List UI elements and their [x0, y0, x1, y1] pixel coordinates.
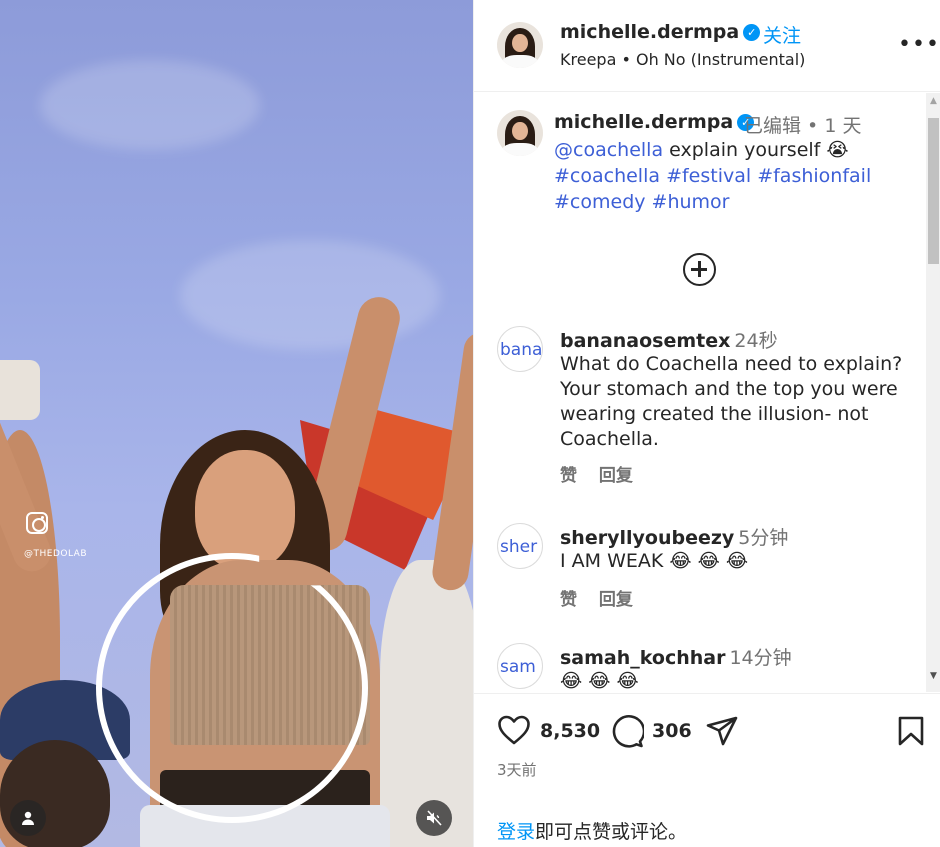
commenter-avatar[interactable]: sher — [497, 523, 543, 569]
scrollbar-thumb[interactable] — [928, 118, 939, 264]
comment-item: sher sheryllyoubeezy 5分钟 I AM WEAK 😂 😂 😂 … — [474, 523, 926, 623]
load-more-comments-button[interactable] — [683, 253, 716, 286]
audio-track-link[interactable]: Kreepa • Oh No (Instrumental) — [560, 50, 805, 69]
commenter-username: samah_kochhar 14分钟 — [560, 647, 792, 669]
comment-time: 24秒 — [734, 330, 778, 352]
heart-icon[interactable] — [497, 714, 531, 746]
mute-toggle-button[interactable] — [416, 800, 452, 836]
share-paper-plane-icon[interactable] — [705, 715, 739, 747]
hashtag-link[interactable]: #fashionfail — [757, 165, 871, 187]
comment-bubble-icon[interactable] — [610, 714, 644, 748]
reply-button[interactable]: 回复 — [599, 590, 633, 610]
author-avatar[interactable] — [497, 110, 543, 156]
post-footer: 8,530 306 3天前 登录即可点赞或评论。 — [474, 693, 940, 847]
like-comment-button[interactable]: 赞 — [560, 466, 577, 486]
hashtag-link[interactable]: #humor — [652, 191, 730, 213]
face — [195, 450, 295, 570]
post-header: michelle.dermpa ✓ 关注 Kreepa • Oh No (Inst… — [474, 0, 940, 92]
sky-cloud — [180, 240, 440, 350]
edited-label: 已编辑 — [744, 115, 802, 137]
more-options-button[interactable]: ••• — [898, 32, 940, 57]
reply-button[interactable]: 回复 — [599, 466, 633, 486]
tagged-users-button[interactable] — [10, 800, 46, 836]
comment-text: What do Coachella need to explain? Your … — [560, 353, 903, 450]
comment-text: 😂 😂 😂 — [560, 670, 639, 692]
comment-time: 5分钟 — [738, 527, 789, 549]
hashtag-link[interactable]: #comedy — [554, 191, 646, 213]
commenter-username: sheryllyoubeezy 5分钟 — [560, 527, 789, 549]
comment-count[interactable]: 306 — [652, 720, 692, 742]
commenter-avatar[interactable]: sam — [497, 643, 543, 689]
login-link[interactable]: 登录 — [497, 821, 535, 843]
mention-link[interactable]: @coachella — [554, 139, 663, 161]
comments-section[interactable]: michelle.dermpa ✓ 已编辑 • 1 天 @coachella ex… — [474, 93, 940, 692]
instagram-icon — [26, 512, 48, 534]
login-prompt: 登录即可点赞或评论。 — [497, 821, 688, 843]
commenter-username: bananaosemtex 24秒 — [560, 330, 778, 352]
comment-item: banan bananaosemtex24秒 What do Coachella… — [474, 326, 926, 496]
caption-meta: 已编辑 • 1 天 — [744, 115, 862, 137]
instagram-post-view: @THEDOLAB michelle.dermpa ✓ 关注 Kreepa • … — [0, 0, 940, 847]
comment-item: sam samah_kochhar14分钟 😂 😂 😂 赞 回复 — [474, 643, 926, 692]
commenter-avatar[interactable]: banan — [497, 326, 543, 372]
sky-cloud — [40, 60, 260, 150]
caption-time: 1 天 — [824, 115, 862, 137]
author-username[interactable]: michelle.dermpa ✓ — [560, 21, 761, 43]
speaker-muted-icon — [427, 810, 442, 826]
hashtag-link[interactable]: #festival — [666, 165, 751, 187]
comment-actions: 赞 回复 — [560, 461, 649, 486]
crowd-person — [0, 360, 40, 420]
bookmark-icon[interactable] — [897, 715, 925, 747]
author-avatar[interactable] — [497, 22, 543, 68]
post-details-panel: michelle.dermpa ✓ 关注 Kreepa • Oh No (Inst… — [473, 0, 940, 847]
like-count[interactable]: 8,530 — [540, 720, 600, 742]
watermark-text: @THEDOLAB — [24, 549, 88, 559]
verified-badge-icon: ✓ — [743, 24, 761, 41]
like-comment-button[interactable]: 赞 — [560, 590, 577, 610]
video-player[interactable]: @THEDOLAB — [0, 0, 473, 847]
user-icon — [22, 811, 34, 825]
circle-annotation — [96, 553, 368, 823]
caption-text: @coachella explain yourself 😭 #coachella… — [554, 139, 872, 213]
comment-text: I AM WEAK 😂 😂 😂 — [560, 550, 749, 572]
comment-time: 14分钟 — [729, 647, 792, 669]
follow-button[interactable]: 关注 — [763, 21, 801, 48]
hashtag-link[interactable]: #coachella — [554, 165, 660, 187]
caption-username[interactable]: michelle.dermpa ✓ — [554, 111, 755, 133]
comment-actions: 赞 回复 — [560, 585, 649, 610]
scroll-up-arrow-icon[interactable]: ▲ — [926, 96, 940, 108]
post-date: 3天前 — [497, 761, 537, 779]
scroll-down-arrow-icon[interactable]: ▼ — [926, 671, 940, 683]
